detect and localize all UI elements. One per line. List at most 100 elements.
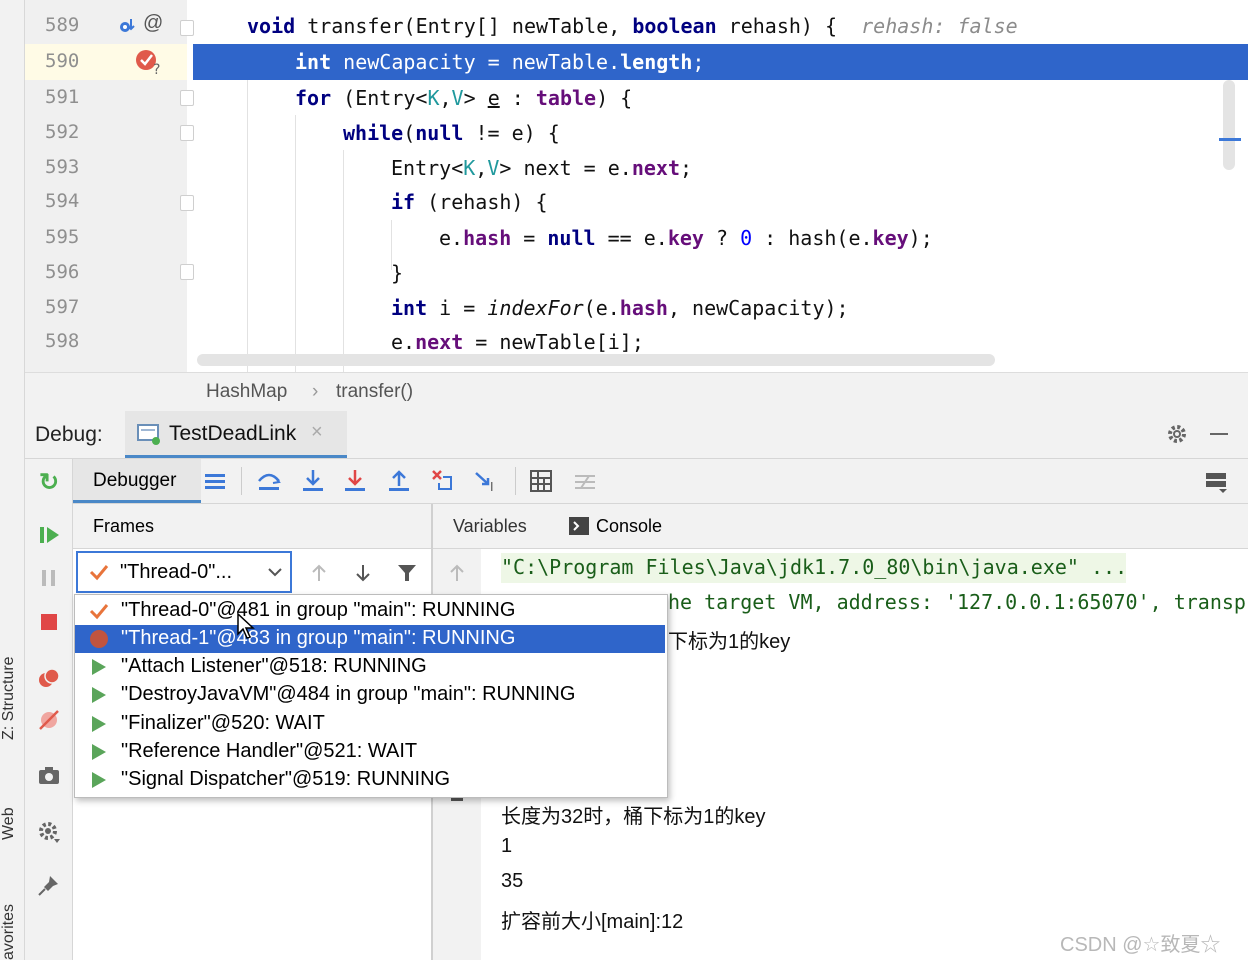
line-number: 591	[45, 86, 80, 108]
breakpoint-icon	[90, 630, 108, 648]
debug-tool-window-header: Debug: TestDeadLink ×	[25, 411, 1248, 459]
breadcrumb-method[interactable]: transfer()	[336, 381, 413, 403]
rerun-icon[interactable]: ↻	[36, 469, 62, 496]
horizontal-scrollbar[interactable]	[197, 354, 995, 366]
step-out-icon[interactable]	[385, 467, 413, 495]
fold-marker[interactable]	[180, 195, 194, 211]
line-number: 589	[45, 14, 80, 36]
line-number: 598	[45, 330, 80, 352]
structure-tool-tab[interactable]: Z: Structure	[0, 656, 18, 740]
resume-icon[interactable]	[36, 522, 62, 548]
thread-item-selected[interactable]: "Thread-1"@483 in group "main": RUNNING	[75, 625, 665, 653]
implementation-icon[interactable]	[117, 15, 139, 37]
code-line-595[interactable]: e.hash = null == e.key ? 0 : hash(e.key)…	[439, 226, 933, 250]
console-icon	[569, 517, 589, 535]
console-header: Variables Console	[433, 504, 1248, 549]
play-icon	[92, 687, 106, 703]
debug-side-toolbar: ↻	[25, 459, 73, 960]
frames-title: Frames	[93, 516, 155, 536]
web-tool-tab[interactable]: Web	[0, 807, 18, 840]
play-icon	[92, 716, 106, 732]
thread-label: "Signal Dispatcher"@519: RUNNING	[121, 768, 451, 790]
thread-item[interactable]: "Attach Listener"@518: RUNNING	[75, 653, 665, 681]
run-to-cursor-icon[interactable]: I	[473, 467, 501, 495]
play-icon	[92, 659, 106, 675]
fold-marker[interactable]	[180, 90, 194, 106]
favorites-tool-tab[interactable]: avorites	[0, 904, 18, 960]
minimize-icon[interactable]	[1210, 433, 1228, 435]
camera-icon[interactable]	[36, 763, 62, 789]
code-line-592[interactable]: while(null != e) {	[343, 121, 560, 145]
tab-variables[interactable]: Variables	[453, 516, 527, 537]
step-into-icon[interactable]	[299, 467, 327, 495]
left-tool-strip: Z: Structure Web avorites	[0, 0, 25, 960]
code-line-591[interactable]: for (Entry<K,V> e : table) {	[295, 86, 632, 110]
frames-header: Frames	[73, 504, 431, 549]
execution-point-highlight: int newCapacity = newTable.length;	[193, 44, 1248, 80]
thread-label: "Reference Handler"@521: WAIT	[121, 740, 418, 762]
view-breakpoints-icon[interactable]	[36, 665, 62, 691]
trace-current-stream-icon[interactable]	[571, 467, 599, 495]
layout-options-icon[interactable]	[1203, 467, 1231, 495]
scroll-up-icon[interactable]	[445, 561, 469, 585]
step-over-icon[interactable]	[255, 467, 283, 495]
run-config-icon	[137, 424, 160, 445]
indent-guide	[343, 150, 344, 372]
watermark: CSDN @☆致夏☆	[1060, 934, 1221, 956]
code-line-598[interactable]: e.next = newTable[i];	[391, 330, 644, 354]
tab-console[interactable]: Console	[561, 504, 681, 548]
breadcrumb: HashMap › transfer()	[25, 372, 1248, 412]
pause-icon[interactable]	[36, 565, 62, 591]
thread-label: "Finalizer"@520: WAIT	[121, 712, 325, 734]
force-step-into-icon[interactable]	[341, 467, 369, 495]
previous-frame-icon[interactable]	[307, 561, 331, 585]
thread-item[interactable]: "Reference Handler"@521: WAIT	[75, 738, 665, 766]
next-frame-icon[interactable]	[351, 561, 375, 585]
code-line-594[interactable]: if (rehash) {	[391, 190, 548, 214]
line-number: 594	[45, 190, 80, 212]
thread-item[interactable]: "Signal Dispatcher"@519: RUNNING	[75, 766, 665, 794]
tab-debugger[interactable]: Debugger	[73, 459, 201, 503]
stop-icon[interactable]	[36, 609, 62, 635]
debug-session-tab[interactable]: TestDeadLink ×	[125, 411, 347, 458]
show-execution-point-icon[interactable]	[201, 467, 229, 495]
thread-label: "DestroyJavaVM"@484 in group "main": RUN…	[121, 683, 576, 705]
settings-icon[interactable]	[36, 819, 62, 845]
filter-icon[interactable]	[395, 561, 419, 585]
thread-item[interactable]: "DestroyJavaVM"@484 in group "main": RUN…	[75, 681, 665, 709]
line-number: 592	[45, 121, 80, 143]
tab-console-label: Console	[596, 516, 663, 536]
line-number: 590	[45, 50, 80, 72]
fold-marker[interactable]	[180, 264, 194, 280]
thread-list-popup: "Thread-0"@481 in group "main": RUNNING …	[74, 594, 668, 798]
vertical-scrollbar[interactable]	[1223, 80, 1235, 170]
code-line-590[interactable]: int newCapacity = newTable.length;	[295, 50, 704, 74]
drop-frame-icon[interactable]	[429, 467, 457, 495]
breakpoint-icon[interactable]: ?	[133, 46, 165, 76]
svg-text:I: I	[490, 480, 494, 494]
mute-breakpoints-icon[interactable]	[36, 707, 62, 733]
thread-label: "Thread-0"@481 in group "main": RUNNING	[121, 599, 516, 621]
svg-text:?: ?	[153, 62, 160, 76]
thread-selector-dropdown[interactable]: "Thread-0"...	[76, 551, 292, 593]
fold-marker[interactable]	[180, 125, 194, 141]
thread-item[interactable]: "Thread-0"@481 in group "main": RUNNING	[75, 597, 665, 625]
code-line-596[interactable]: }	[391, 261, 403, 285]
code-line-589[interactable]: void transfer(Entry[] newTable, boolean …	[247, 14, 1018, 38]
annotation-icon[interactable]: @	[143, 12, 163, 35]
code-line-597[interactable]: int i = indexFor(e.hash, newCapacity);	[391, 296, 849, 320]
gear-icon[interactable]	[1165, 422, 1189, 446]
code-editor[interactable]: 589 590 591 592 593 594 595 596 597 598 …	[25, 0, 1248, 372]
close-icon[interactable]: ×	[311, 421, 323, 444]
debugger-toolbar: Debugger I	[73, 459, 1248, 504]
console-line: 扩容前大小[main]:12	[501, 911, 684, 933]
evaluate-expression-icon[interactable]	[527, 467, 555, 495]
breadcrumb-class[interactable]: HashMap	[206, 381, 287, 403]
console-line: 下标为1的key	[668, 631, 791, 653]
console-line: 长度为32时，桶下标为1的key	[501, 806, 766, 828]
code-line-593[interactable]: Entry<K,V> next = e.next;	[391, 156, 692, 180]
pin-icon[interactable]	[36, 873, 62, 899]
thread-item[interactable]: "Finalizer"@520: WAIT	[75, 710, 665, 738]
fold-marker[interactable]	[180, 20, 194, 36]
debug-label: Debug:	[35, 423, 103, 446]
